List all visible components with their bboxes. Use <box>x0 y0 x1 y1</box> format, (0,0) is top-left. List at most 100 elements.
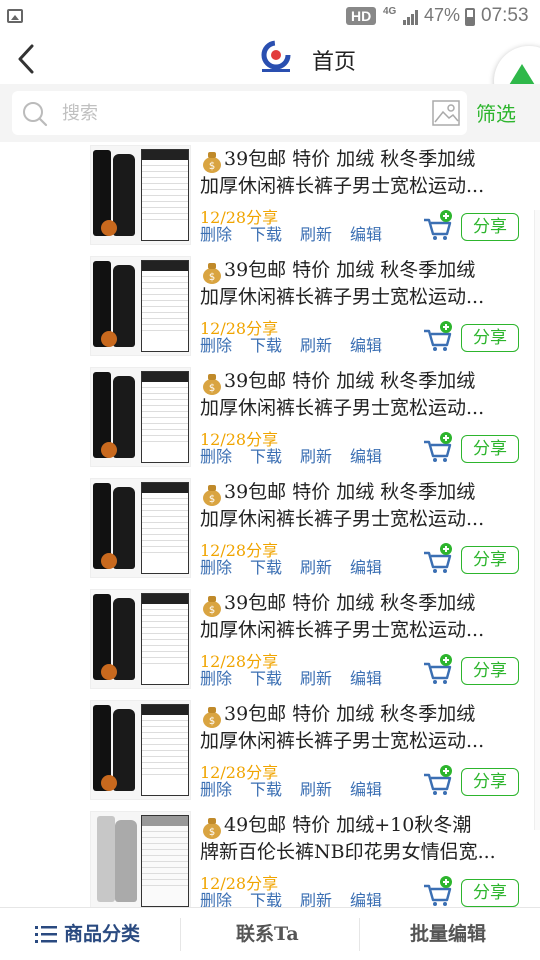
svg-text:$: $ <box>209 605 215 616</box>
bottom-bar: 商品分类 联系Ta 批量编辑 <box>0 907 540 960</box>
hd-indicator: HD <box>346 7 377 25</box>
item-actions: 删除 下载 刷新 编辑 <box>200 887 400 907</box>
search-icon <box>23 102 48 127</box>
image-search-icon[interactable] <box>432 100 460 126</box>
share-button[interactable]: 分享 <box>461 546 519 574</box>
edit-link[interactable]: 编辑 <box>350 447 382 466</box>
download-link[interactable]: 下载 <box>250 780 282 799</box>
list-item[interactable]: $ 39包邮 特价 加绒 秋冬季加绒 加厚休闲裤长裤子男士宽松运动... 12/… <box>0 586 540 697</box>
page-title: 首页 <box>312 50 357 75</box>
download-link[interactable]: 下载 <box>250 336 282 355</box>
signal-icon <box>403 10 418 25</box>
list-item[interactable]: $ 39包邮 特价 加绒 秋冬季加绒 加厚休闲裤长裤子男士宽松运动... 12/… <box>0 142 540 253</box>
tab-batch-edit[interactable]: 批量编辑 <box>410 908 486 960</box>
product-thumbnail[interactable] <box>90 478 191 578</box>
item-title-line2: 加厚休闲裤长裤子男士宽松运动... <box>200 175 485 197</box>
svg-text:$: $ <box>209 494 215 505</box>
search-box[interactable] <box>12 91 467 135</box>
edit-link[interactable]: 编辑 <box>350 780 382 799</box>
delete-link[interactable]: 删除 <box>200 225 232 244</box>
share-button[interactable]: 分享 <box>461 657 519 685</box>
svg-text:$: $ <box>209 827 215 838</box>
refresh-link[interactable]: 刷新 <box>300 669 332 688</box>
download-link[interactable]: 下载 <box>250 669 282 688</box>
refresh-link[interactable]: 刷新 <box>300 447 332 466</box>
edit-link[interactable]: 编辑 <box>350 669 382 688</box>
money-bag-icon: $ <box>203 374 221 395</box>
download-link[interactable]: 下载 <box>250 891 282 907</box>
product-thumbnail[interactable] <box>90 700 191 800</box>
battery-percent: 47% <box>424 5 461 25</box>
status-bar: HD 4G 47% 07:53 <box>0 0 540 34</box>
edit-link[interactable]: 编辑 <box>350 891 382 907</box>
item-title: 39包邮 特价 加绒 秋冬季加绒 <box>224 481 476 503</box>
product-thumbnail[interactable] <box>90 811 191 907</box>
item-title: 49包邮 特价 加绒+10秋冬潮 <box>224 814 472 836</box>
search-bar: 筛选 <box>0 84 540 142</box>
svg-text:$: $ <box>209 383 215 394</box>
edit-link[interactable]: 编辑 <box>350 558 382 577</box>
item-title: 39包邮 特价 加绒 秋冬季加绒 <box>224 703 476 725</box>
item-actions: 删除 下载 刷新 编辑 <box>200 665 400 689</box>
battery-icon <box>465 8 475 26</box>
cart-add-icon[interactable] <box>422 765 454 797</box>
list-item[interactable]: $ 49包邮 特价 加绒+10秋冬潮 牌新百伦长裤NB印花男女情侣宽... 12… <box>0 808 540 907</box>
share-button[interactable]: 分享 <box>461 768 519 796</box>
share-button[interactable]: 分享 <box>461 879 519 907</box>
money-bag-icon: $ <box>203 596 221 617</box>
delete-link[interactable]: 删除 <box>200 891 232 907</box>
cart-add-icon[interactable] <box>422 321 454 353</box>
list-item[interactable]: $ 39包邮 特价 加绒 秋冬季加绒 加厚休闲裤长裤子男士宽松运动... 12/… <box>0 697 540 808</box>
cart-add-icon[interactable] <box>422 210 454 242</box>
cart-add-icon[interactable] <box>422 876 454 907</box>
product-list: $ 39包邮 特价 加绒 秋冬季加绒 加厚休闲裤长裤子男士宽松运动... 12/… <box>0 142 540 907</box>
svg-text:$: $ <box>209 716 215 727</box>
refresh-link[interactable]: 刷新 <box>300 225 332 244</box>
svg-text:$: $ <box>209 272 215 283</box>
product-thumbnail[interactable] <box>90 256 191 356</box>
product-thumbnail[interactable] <box>90 145 191 245</box>
menu-icon <box>35 926 57 943</box>
delete-link[interactable]: 删除 <box>200 780 232 799</box>
delete-link[interactable]: 删除 <box>200 447 232 466</box>
tab-categories[interactable]: 商品分类 <box>64 908 140 960</box>
scrollbar[interactable] <box>534 210 540 830</box>
refresh-link[interactable]: 刷新 <box>300 891 332 907</box>
download-link[interactable]: 下载 <box>250 225 282 244</box>
download-link[interactable]: 下载 <box>250 558 282 577</box>
tab-contact[interactable]: 联系Ta <box>236 908 299 960</box>
network-type: 4G <box>383 6 397 17</box>
search-input[interactable] <box>62 99 422 127</box>
share-button[interactable]: 分享 <box>461 435 519 463</box>
product-thumbnail[interactable] <box>90 367 191 467</box>
edit-link[interactable]: 编辑 <box>350 336 382 355</box>
item-actions: 删除 下载 刷新 编辑 <box>200 443 400 467</box>
delete-link[interactable]: 删除 <box>200 558 232 577</box>
delete-link[interactable]: 删除 <box>200 336 232 355</box>
money-bag-icon: $ <box>203 485 221 506</box>
item-actions: 删除 下载 刷新 编辑 <box>200 221 400 245</box>
cart-add-icon[interactable] <box>422 432 454 464</box>
refresh-link[interactable]: 刷新 <box>300 336 332 355</box>
delete-link[interactable]: 删除 <box>200 669 232 688</box>
list-item[interactable]: $ 39包邮 特价 加绒 秋冬季加绒 加厚休闲裤长裤子男士宽松运动... 12/… <box>0 253 540 364</box>
list-item[interactable]: $ 39包邮 特价 加绒 秋冬季加绒 加厚休闲裤长裤子男士宽松运动... 12/… <box>0 475 540 586</box>
item-title: 39包邮 特价 加绒 秋冬季加绒 <box>224 259 476 281</box>
money-bag-icon: $ <box>203 707 221 728</box>
refresh-link[interactable]: 刷新 <box>300 780 332 799</box>
share-button[interactable]: 分享 <box>461 324 519 352</box>
share-button[interactable]: 分享 <box>461 213 519 241</box>
list-item[interactable]: $ 39包邮 特价 加绒 秋冬季加绒 加厚休闲裤长裤子男士宽松运动... 12/… <box>0 364 540 475</box>
product-thumbnail[interactable] <box>90 589 191 689</box>
cart-add-icon[interactable] <box>422 543 454 575</box>
back-icon[interactable] <box>10 40 46 78</box>
download-link[interactable]: 下载 <box>250 447 282 466</box>
item-title: 39包邮 特价 加绒 秋冬季加绒 <box>224 370 476 392</box>
filter-button[interactable]: 筛选 <box>476 98 516 127</box>
item-actions: 删除 下载 刷新 编辑 <box>200 776 400 800</box>
item-title-line2: 加厚休闲裤长裤子男士宽松运动... <box>200 730 485 752</box>
refresh-link[interactable]: 刷新 <box>300 558 332 577</box>
edit-link[interactable]: 编辑 <box>350 225 382 244</box>
svg-text:$: $ <box>209 161 215 172</box>
cart-add-icon[interactable] <box>422 654 454 686</box>
